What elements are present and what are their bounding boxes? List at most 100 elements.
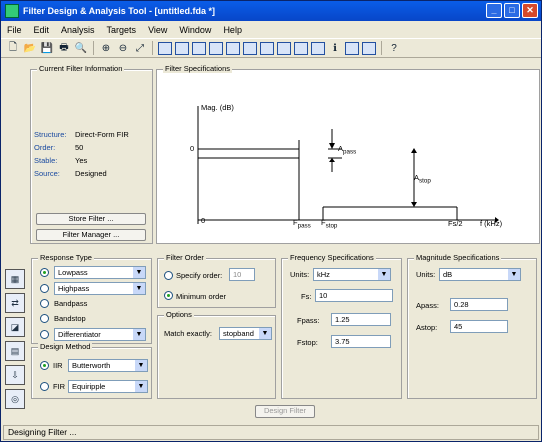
import-filter-icon[interactable]: ⇩: [5, 365, 25, 385]
source-value: Designed: [75, 169, 107, 178]
source-label: Source:: [34, 169, 60, 178]
menu-analysis[interactable]: Analysis: [55, 25, 101, 35]
astop-input[interactable]: 45: [450, 320, 508, 333]
menu-edit[interactable]: Edit: [28, 25, 56, 35]
phase-delay-icon[interactable]: [242, 40, 258, 56]
mag-units-label: Units:: [416, 270, 436, 279]
zoom-out-icon[interactable]: ⊖: [115, 40, 131, 56]
quantization-icon[interactable]: ▤: [5, 341, 25, 361]
step-response-icon[interactable]: [276, 40, 292, 56]
filter-order-panel: Filter Order Specify order: 10 Minimum o…: [157, 253, 276, 308]
menu-help[interactable]: Help: [217, 25, 248, 35]
bandpass-label: Bandpass: [54, 299, 88, 308]
status-bar: Designing Filter ...: [3, 425, 539, 440]
panel-title: Current Filter Information: [37, 64, 125, 73]
whats-this-icon[interactable]: ?: [386, 40, 402, 56]
design-filter-mode-icon[interactable]: ▦: [5, 269, 25, 289]
apass-label: Apass:: [416, 301, 439, 310]
menu-targets[interactable]: Targets: [101, 25, 143, 35]
bandstop-label: Bandstop: [54, 314, 86, 323]
menu-view[interactable]: View: [142, 25, 173, 35]
zero-y-label: 0: [190, 144, 195, 153]
differentiator-dropdown[interactable]: Differentiator ▼: [54, 328, 146, 341]
info-icon[interactable]: ℹ: [327, 40, 343, 56]
lowpass-dropdown[interactable]: Lowpass ▼: [54, 266, 146, 279]
response-type-panel: Response Type Lowpass ▼ Highpass ▼ Bandpas…: [31, 253, 152, 344]
fstop-input[interactable]: 3.75: [331, 335, 391, 348]
astop-label: Astop: [414, 173, 431, 185]
iir-radio[interactable]: [40, 361, 49, 370]
menu-file[interactable]: File: [1, 25, 28, 35]
filter-specs-icon[interactable]: [157, 40, 173, 56]
minimum-order-radio[interactable]: [164, 291, 173, 300]
panel-title: Magnitude Specifications: [414, 253, 502, 262]
maximize-button[interactable]: □: [504, 3, 520, 18]
fir-method-dropdown[interactable]: Equiripple ▼: [68, 380, 148, 393]
transform-filter-icon[interactable]: ⇄: [5, 293, 25, 313]
fpass-label: Fpass: [293, 218, 311, 230]
options-panel: Options Match exactly: stopband ▼: [157, 310, 276, 399]
save-icon[interactable]: 💾: [39, 40, 55, 56]
fstop-label: Fstop: [321, 218, 338, 230]
freq-axis-label: f (kHz): [480, 219, 503, 228]
pole-zero-editor-icon[interactable]: ◎: [5, 389, 25, 409]
impulse-response-icon[interactable]: [259, 40, 275, 56]
filter-manager-button[interactable]: Filter Manager ...: [36, 229, 146, 241]
design-filter-button[interactable]: Design Filter: [255, 405, 315, 418]
structure-label: Structure:: [34, 130, 67, 139]
astop-label: Astop:: [416, 323, 438, 332]
panel-title: Filter Order: [164, 253, 206, 262]
match-exactly-dropdown[interactable]: stopband ▼: [219, 327, 272, 340]
full-view-icon[interactable]: ⤢: [132, 40, 148, 56]
design-method-panel: Design Method IIR Butterworth ▼ FIR Equir…: [31, 342, 152, 399]
cost-icon[interactable]: [344, 40, 360, 56]
highpass-dropdown[interactable]: Highpass ▼: [54, 282, 146, 295]
minimize-button[interactable]: _: [486, 3, 502, 18]
zoom-in-icon[interactable]: ⊕: [98, 40, 114, 56]
group-delay-icon[interactable]: [225, 40, 241, 56]
window-title: Filter Design & Analysis Tool - [untitle…: [23, 6, 216, 16]
apass-input[interactable]: 0.28: [450, 298, 508, 311]
print-icon[interactable]: 🖶: [56, 40, 72, 56]
panel-title: Frequency Specifications: [288, 253, 376, 262]
magnitude-response-icon[interactable]: [174, 40, 190, 56]
menu-window[interactable]: Window: [173, 25, 217, 35]
noise-icon[interactable]: [361, 40, 377, 56]
bandstop-radio[interactable]: [40, 314, 49, 323]
iir-method-dropdown[interactable]: Butterworth ▼: [68, 359, 148, 372]
stable-label: Stable:: [34, 156, 58, 165]
close-button[interactable]: ✕: [522, 3, 538, 18]
fir-label: FIR: [53, 382, 66, 391]
print-preview-icon[interactable]: 🔍: [73, 40, 89, 56]
differentiator-radio[interactable]: [40, 330, 49, 339]
create-multirate-icon[interactable]: ◪: [5, 317, 25, 337]
mag-phase-icon[interactable]: [208, 40, 224, 56]
store-filter-button[interactable]: Store Filter ...: [36, 213, 146, 225]
fpass-label: Fpass:: [297, 316, 320, 325]
order-input[interactable]: 10: [229, 268, 255, 281]
fs2-label: Fs/2: [448, 219, 463, 228]
specify-order-label: Specify order:: [176, 271, 223, 280]
specify-order-radio[interactable]: [164, 271, 173, 280]
new-icon[interactable]: 🗋: [5, 40, 21, 56]
freq-units-dropdown[interactable]: kHz ▼: [313, 268, 391, 281]
fs-input[interactable]: 10: [315, 289, 393, 302]
phase-response-icon[interactable]: [191, 40, 207, 56]
fir-radio[interactable]: [40, 382, 49, 391]
order-value: 50: [75, 143, 84, 152]
lowpass-radio[interactable]: [40, 268, 49, 277]
panel-title: Options: [164, 310, 194, 319]
app-icon: [5, 4, 19, 18]
filter-specs-panel: Filter Specifications Mag. (dB) 0 0 Fpas…: [156, 64, 540, 244]
apass-label: Apass: [338, 144, 357, 156]
highpass-radio[interactable]: [40, 284, 49, 293]
coefficients-icon[interactable]: [310, 40, 326, 56]
mag-axis-label: Mag. (dB): [201, 103, 234, 112]
fpass-input[interactable]: 1.25: [331, 313, 391, 326]
pole-zero-icon[interactable]: [293, 40, 309, 56]
open-icon[interactable]: 📂: [22, 40, 38, 56]
bandpass-radio[interactable]: [40, 299, 49, 308]
mag-units-dropdown[interactable]: dB ▼: [439, 268, 521, 281]
freq-units-label: Units:: [290, 270, 310, 279]
panel-title: Response Type: [38, 253, 94, 262]
